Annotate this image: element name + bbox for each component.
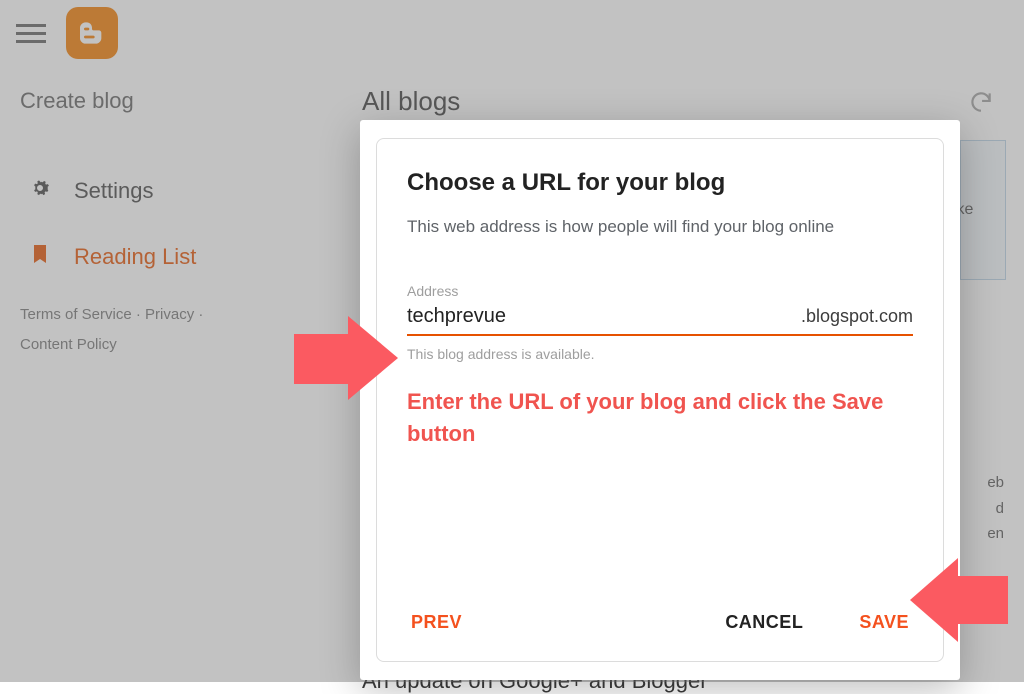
cancel-button[interactable]: CANCEL [721, 604, 807, 641]
modal-buttons: PREV CANCEL SAVE [407, 588, 913, 641]
prev-button[interactable]: PREV [407, 604, 466, 641]
address-label: Address [407, 283, 913, 299]
availability-message: This blog address is available. [407, 346, 913, 362]
address-suffix: .blogspot.com [801, 306, 913, 327]
address-field-row: .blogspot.com [407, 303, 913, 336]
tutorial-annotation: Enter the URL of your blog and click the… [407, 386, 913, 450]
address-input[interactable] [407, 303, 801, 330]
modal-subtitle: This web address is how people will find… [407, 217, 913, 237]
modal-title: Choose a URL for your blog [407, 169, 913, 197]
create-blog-modal: Choose a URL for your blog This web addr… [360, 120, 960, 680]
modal-card: Choose a URL for your blog This web addr… [376, 138, 944, 662]
save-button[interactable]: SAVE [855, 604, 913, 641]
